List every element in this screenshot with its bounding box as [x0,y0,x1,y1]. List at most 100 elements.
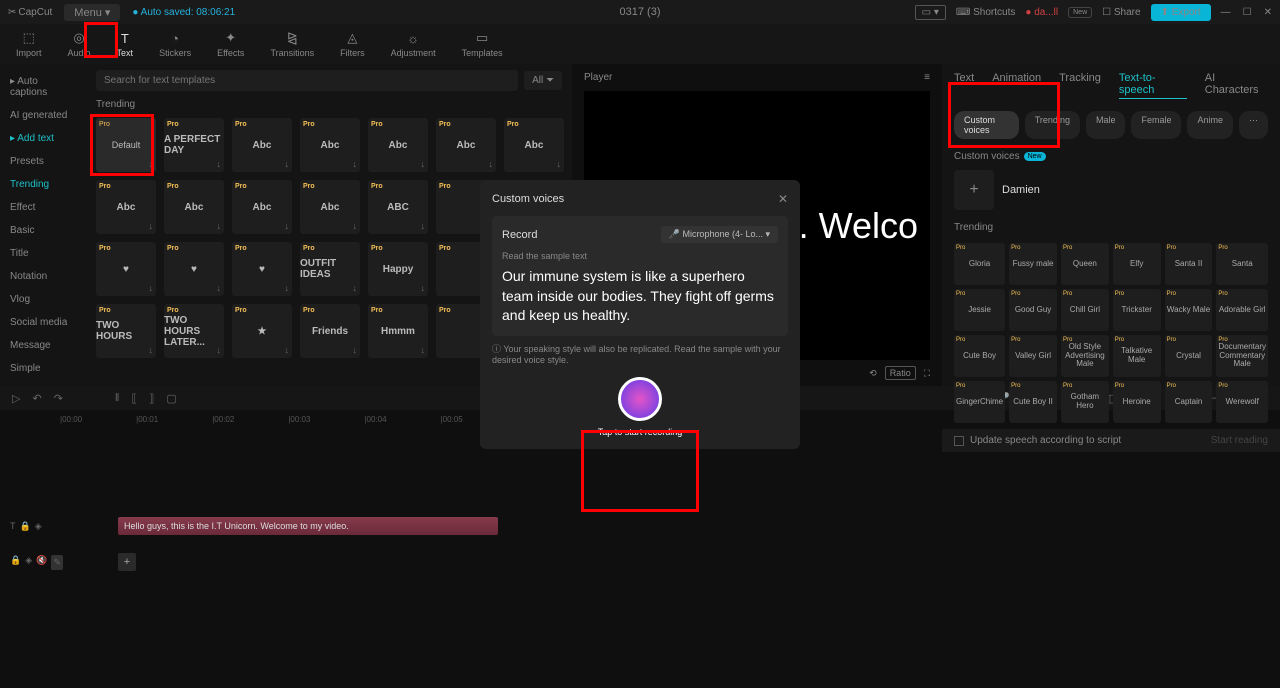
voice-tile[interactable]: ProAdorable Girl [1216,289,1268,331]
sidebar-item[interactable]: Notation [0,265,86,288]
sidebar-item[interactable]: Trending [0,173,86,196]
user-badge[interactable]: ● da...ll [1025,7,1058,18]
track-visible2-icon[interactable]: ◈ [25,555,32,570]
template-tile[interactable]: ProHappy↓ [368,242,428,296]
tab-import[interactable]: ⬚Import [12,28,46,60]
template-tile[interactable]: ProAbc↓ [164,180,224,234]
voice-tile[interactable]: ProWacky Male [1165,289,1213,331]
voice-tile[interactable]: ProCute Boy II [1009,381,1057,423]
voice-tile[interactable]: ProQueen [1061,243,1109,285]
trim-left-icon[interactable]: ⟦ [131,392,136,405]
template-tile[interactable]: ProFriends↓ [300,304,360,358]
voice-category[interactable]: Male [1086,111,1126,139]
template-tile[interactable]: ProAbc↓ [504,118,564,172]
sidebar-item[interactable]: Simple [0,357,86,380]
tab-effects[interactable]: ✦Effects [213,28,248,60]
close-button[interactable]: ✕ [1264,7,1272,18]
template-tile[interactable]: Pro♥↓ [232,242,292,296]
sidebar-item[interactable]: Effect [0,196,86,219]
voice-tile[interactable]: ProGotham Hero [1061,381,1109,423]
voice-tile[interactable]: ProGingerChime [954,381,1005,423]
voice-tile[interactable]: ProTrickster [1113,289,1161,331]
template-tile[interactable]: ProTWO HOURS LATER...↓ [164,304,224,358]
menu-button[interactable]: Menu ▾ [64,4,120,21]
tab-filters[interactable]: ◬Filters [336,28,369,60]
tab-stickers[interactable]: ◔Stickers [155,29,195,60]
track-edit-icon[interactable]: ✎ [51,555,63,570]
voice-tile[interactable]: ProGood Guy [1009,289,1057,331]
voice-tile[interactable]: ProOld Style Advertising Male [1061,335,1109,377]
property-tab[interactable]: Text [954,72,974,99]
share-button[interactable]: ☐ Share [1102,7,1140,18]
template-tile[interactable]: Pro♥↓ [96,242,156,296]
track-visible-icon[interactable]: ◈ [35,521,42,532]
update-checkbox[interactable] [954,436,964,446]
template-tile[interactable]: ProDefault↓ [96,118,156,172]
sidebar-item[interactable]: Social media [0,311,86,334]
tab-templates[interactable]: ▭Templates [458,28,507,60]
sidebar-item[interactable]: Message [0,334,86,357]
tab-adjustment[interactable]: ☼Adjustment [387,29,440,60]
search-input[interactable] [96,70,518,91]
voice-tile[interactable]: ProCute Boy [954,335,1005,377]
template-tile[interactable]: ProAbc↓ [300,180,360,234]
split-icon[interactable]: ‖ [115,392,120,404]
trim-right-icon[interactable]: ⟧ [149,392,154,405]
template-tile[interactable]: ProAbc↓ [300,118,360,172]
voice-tile[interactable]: ProSanta [1216,243,1268,285]
track-lock2-icon[interactable]: 🔒 [10,555,21,570]
sidebar-item[interactable]: ▸ Auto captions [0,70,86,104]
text-clip[interactable]: Hello guys, this is the I.T Unicorn. Wel… [118,517,498,535]
voice-tile[interactable]: ProChill Girl [1061,289,1109,331]
scale-icon[interactable]: ⟲ [869,368,877,379]
voice-tile[interactable]: ProCrystal [1165,335,1213,377]
pointer-tool-icon[interactable]: ▷ [12,392,20,405]
track-lock-icon[interactable]: 🔒 [20,521,31,532]
tab-audio[interactable]: ◎Audio [64,28,95,60]
record-button[interactable] [618,377,662,421]
maximize-button[interactable]: ☐ [1243,7,1252,18]
template-tile[interactable]: ProABC↓ [368,180,428,234]
fullscreen-icon[interactable]: ⛶ [924,368,930,379]
undo-icon[interactable]: ↶ [32,392,41,405]
ratio-button[interactable]: Ratio [885,366,916,380]
template-tile[interactable]: ProA PERFECT DAY↓ [164,118,224,172]
add-clip-button[interactable]: + [118,553,136,571]
voice-category[interactable]: Anime [1187,111,1233,139]
export-button[interactable]: ⬆ Export [1151,4,1211,21]
voice-tile[interactable]: ProJessie [954,289,1005,331]
voice-category[interactable]: Female [1131,111,1181,139]
template-tile[interactable]: ProAbc↓ [436,118,496,172]
voice-category[interactable]: Custom voices [954,111,1019,139]
minimize-button[interactable]: — [1221,7,1231,18]
template-tile[interactable]: ProHmmm↓ [368,304,428,358]
sidebar-item[interactable]: ▸ Add text [0,127,86,150]
template-tile[interactable]: ProAbc↓ [96,180,156,234]
voice-tile[interactable]: ProWerewolf [1216,381,1268,423]
property-tab[interactable]: Animation [992,72,1041,99]
template-tile[interactable]: ProAbc↓ [368,118,428,172]
start-reading-button[interactable]: Start reading [1211,435,1268,446]
template-tile[interactable]: Pro★↓ [232,304,292,358]
custom-voice-name[interactable]: Damien [1002,170,1040,210]
voice-tile[interactable]: ProCaptain [1165,381,1213,423]
mic-select[interactable]: 🎤 Microphone (4- Lo... ▾ [661,226,778,243]
template-tile[interactable]: ProOUTFIT IDEAS↓ [300,242,360,296]
voice-tile[interactable]: ProHeroine [1113,381,1161,423]
sidebar-item[interactable]: Vlog [0,288,86,311]
template-tile[interactable]: ProTWO HOURS↓ [96,304,156,358]
shortcuts-button[interactable]: ⌨ Shortcuts [956,7,1015,18]
track-mute-icon[interactable]: 🔇 [36,555,47,570]
tab-transitions[interactable]: ⧎Transitions [266,28,318,60]
voice-category-more[interactable]: ⋯ [1239,111,1268,139]
voice-category[interactable]: Trending [1025,111,1080,139]
template-tile[interactable]: Pro♥↓ [164,242,224,296]
all-filter-button[interactable]: All ⏷ [524,71,562,90]
voice-tile[interactable]: ProSanta II [1165,243,1213,285]
voice-tile[interactable]: ProElfy [1113,243,1161,285]
voice-tile[interactable]: ProFussy male [1009,243,1057,285]
tab-text[interactable]: TText [113,29,138,60]
voice-tile[interactable]: ProValley Girl [1009,335,1057,377]
modal-close-icon[interactable]: ✕ [778,192,788,206]
delete-icon[interactable]: ▢ [166,392,176,405]
